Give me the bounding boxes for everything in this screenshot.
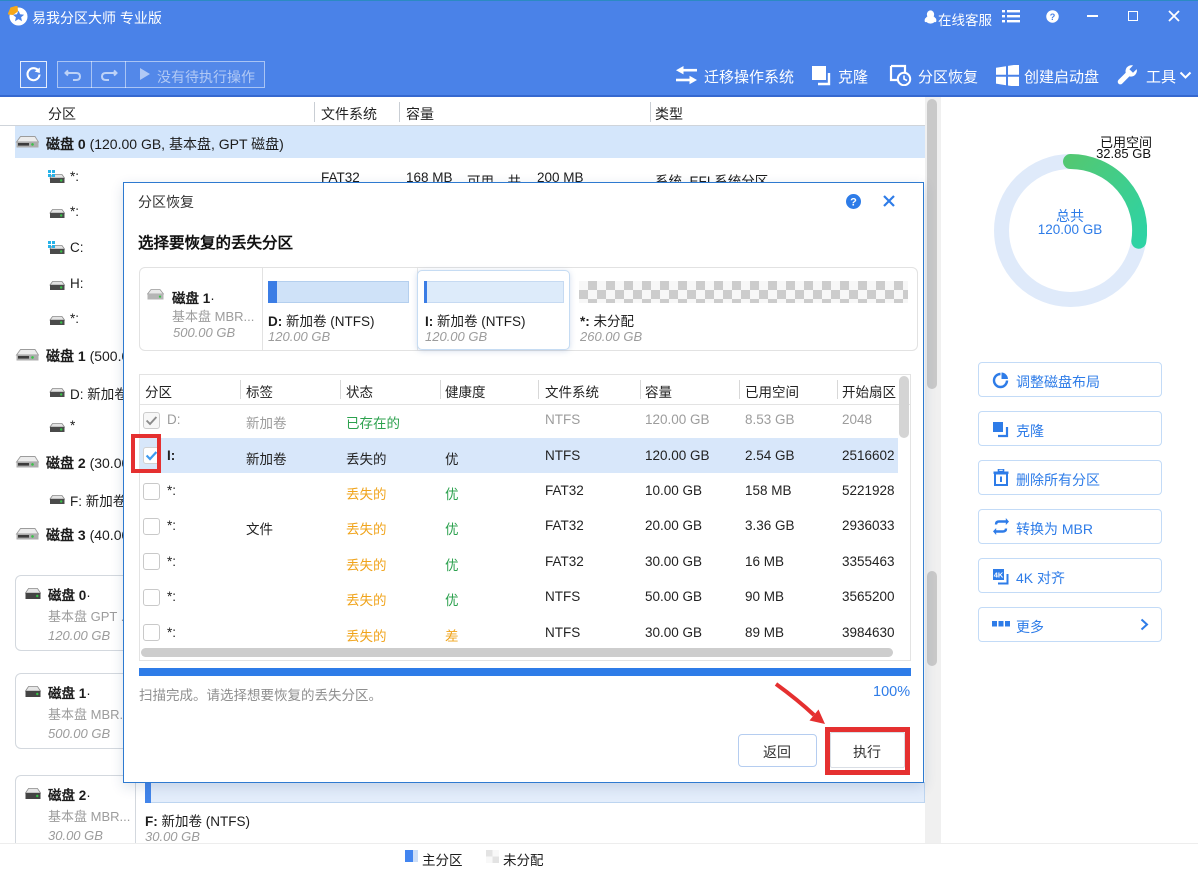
svg-text:4K: 4K (994, 571, 1004, 580)
svg-text:?: ? (850, 196, 857, 208)
svg-text:?: ? (1050, 12, 1056, 22)
